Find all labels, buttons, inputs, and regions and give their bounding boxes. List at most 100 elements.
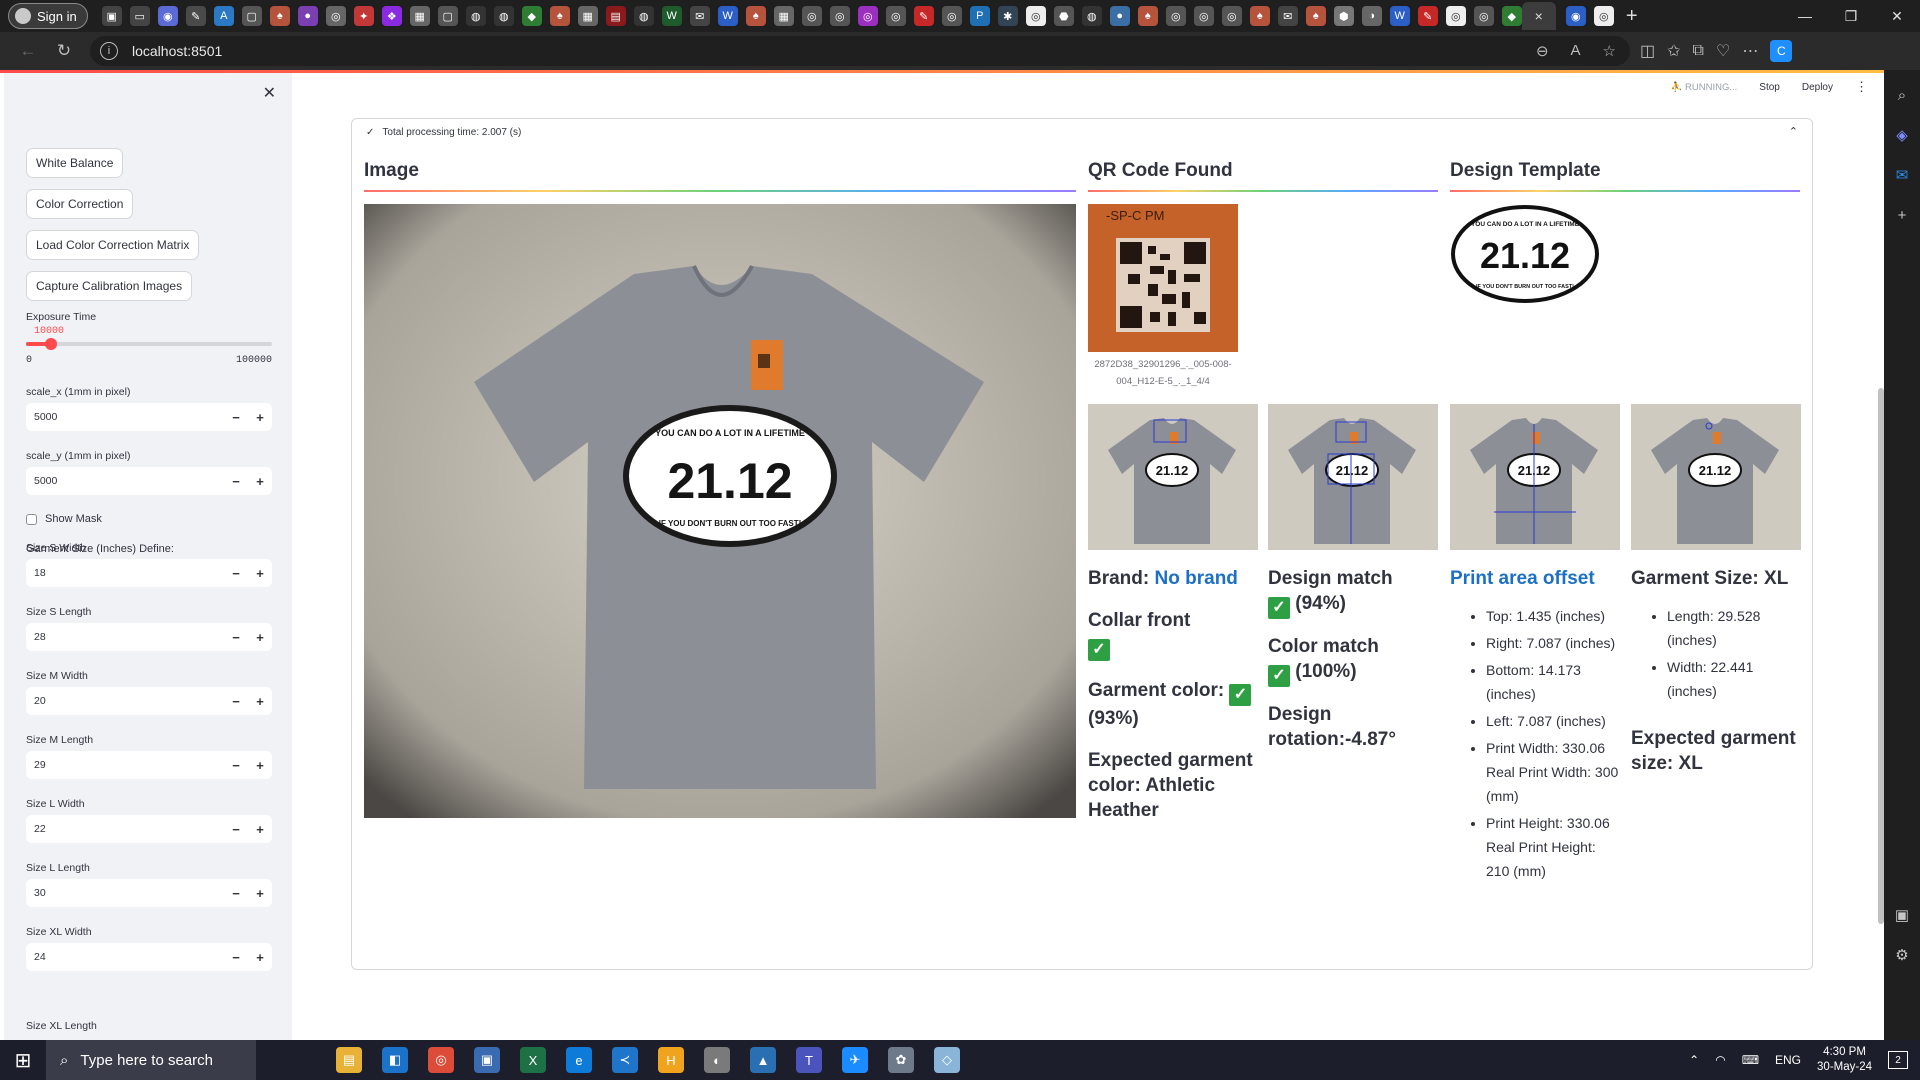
app-icon[interactable]: ◇	[934, 1047, 960, 1073]
size-field-value[interactable]: 22	[26, 823, 224, 835]
size-field-input[interactable]: 24− +	[26, 943, 272, 971]
tab-favicon-icon[interactable]: ▤	[605, 6, 626, 26]
decrement-button[interactable]: −	[224, 474, 248, 489]
size-field-input[interactable]: 20− +	[26, 687, 272, 715]
split-screen-icon[interactable]: ◫	[1640, 41, 1655, 61]
tab-favicon-icon[interactable]: ●	[297, 6, 318, 26]
favorite-star-icon[interactable]: ☆	[1603, 42, 1616, 60]
decrement-button[interactable]: −	[224, 758, 248, 773]
decrement-button[interactable]: −	[224, 886, 248, 901]
increment-button[interactable]: +	[248, 630, 272, 645]
wifi-icon[interactable]: ◠	[1715, 1053, 1725, 1067]
restore-icon[interactable]: ❐	[1828, 0, 1874, 32]
home-assistant-icon[interactable]: H	[658, 1047, 684, 1073]
tray-chevron-icon[interactable]: ⌃	[1689, 1053, 1699, 1067]
decrement-button[interactable]: −	[224, 410, 248, 425]
chevron-up-icon[interactable]: ⌃	[1789, 125, 1798, 138]
tab-favicon-icon[interactable]: ♠	[1305, 6, 1326, 26]
collections-icon[interactable]: ⧉	[1693, 42, 1704, 60]
size-field-input[interactable]: 29− +	[26, 751, 272, 779]
chrome-icon[interactable]: ◎	[941, 6, 962, 26]
tab-favicon-icon[interactable]: ✎	[913, 6, 934, 26]
back-icon[interactable]: ←	[10, 36, 46, 66]
increment-button[interactable]: +	[248, 950, 272, 965]
chrome-icon[interactable]: ◎	[1473, 6, 1494, 26]
size-field-value[interactable]: 20	[26, 695, 224, 707]
workspaces-icon[interactable]: ▣	[101, 6, 122, 26]
github-icon[interactable]: ◍	[633, 6, 654, 26]
tab-favicon-icon[interactable]: ♠	[1137, 6, 1158, 26]
tab-favicon-icon[interactable]: ▦	[773, 6, 794, 26]
tab-favicon-icon[interactable]: ◆	[1501, 6, 1522, 26]
chrome-icon[interactable]: ◎	[1193, 6, 1214, 26]
new-tab-icon[interactable]: +	[1622, 5, 1642, 27]
tab-favicon-icon[interactable]: ✱	[997, 6, 1018, 26]
app-icon[interactable]: ▲	[750, 1047, 776, 1073]
increment-button[interactable]: +	[248, 566, 272, 581]
deploy-button[interactable]: Deploy	[1802, 82, 1833, 93]
tab-favicon-icon[interactable]: ◎	[857, 6, 878, 26]
size-field-value[interactable]: 28	[26, 631, 224, 643]
clock[interactable]: 4:30 PM 30-May-24	[1817, 1045, 1872, 1075]
windows-start-icon[interactable]: ⊞	[0, 1040, 46, 1080]
decrement-button[interactable]: −	[224, 566, 248, 581]
size-field-input[interactable]: 22− +	[26, 815, 272, 843]
tab-favicon-icon[interactable]: ✉	[689, 6, 710, 26]
excel-icon[interactable]: X	[520, 1047, 546, 1073]
size-field-value[interactable]: 18	[26, 567, 224, 579]
size-field-input[interactable]: 30− +	[26, 879, 272, 907]
tab-favicon-icon[interactable]: ♠	[549, 6, 570, 26]
teams-icon[interactable]: T	[796, 1047, 822, 1073]
browser-essentials-icon[interactable]: ♡	[1716, 41, 1730, 61]
keyboard-icon[interactable]: ⌨	[1742, 1053, 1759, 1067]
increment-button[interactable]: +	[248, 886, 272, 901]
tab-favicon-icon[interactable]: ▢	[437, 6, 458, 26]
scale-x-value[interactable]: 5000	[26, 411, 224, 423]
tab-favicon-icon[interactable]: ✎	[185, 6, 206, 26]
outlook-icon[interactable]: ✉	[1891, 164, 1913, 186]
copilot-icon[interactable]: C	[1770, 40, 1793, 62]
edge-icon[interactable]: e	[566, 1047, 592, 1073]
read-aloud-icon[interactable]: A	[1571, 42, 1581, 60]
show-mask-checkbox[interactable]: Show Mask	[26, 513, 102, 525]
increment-button[interactable]: +	[248, 758, 272, 773]
close-window-icon[interactable]: ✕	[1874, 0, 1920, 32]
app-icon[interactable]: ◐	[704, 1047, 730, 1073]
increment-button[interactable]: +	[248, 822, 272, 837]
size-field-value[interactable]: 29	[26, 759, 224, 771]
tab-favicon-icon[interactable]: ✎	[1417, 6, 1438, 26]
expander-header[interactable]: ✓ Total processing time: 2.007 (s)	[366, 127, 521, 138]
wordpress-icon[interactable]: W	[717, 6, 738, 26]
tab-favicon-icon[interactable]: P	[969, 6, 990, 26]
tab-favicon-icon[interactable]: ▦	[577, 6, 598, 26]
tab-favicon-icon[interactable]: ♠	[745, 6, 766, 26]
language-indicator[interactable]: ENG	[1775, 1053, 1801, 1067]
taskbar-search[interactable]: ⌕ Type here to search	[46, 1040, 256, 1080]
add-sidebar-app-icon[interactable]: +	[1891, 204, 1913, 226]
tab-favicon-icon[interactable]: ❖	[381, 6, 402, 26]
tab-favicon-icon[interactable]: ◉	[1565, 6, 1586, 26]
minimize-icon[interactable]: —	[1782, 0, 1828, 32]
app-icon[interactable]: ✈	[842, 1047, 868, 1073]
tab-favicon-icon[interactable]: ⬢	[1333, 6, 1354, 26]
size-field-value[interactable]: 24	[26, 951, 224, 963]
size-field-value[interactable]: 30	[26, 887, 224, 899]
tab-favicon-icon[interactable]: ⬣	[1053, 6, 1074, 26]
color-correction-button[interactable]: Color Correction	[26, 189, 134, 219]
tab-favicon-icon[interactable]: ✉	[1277, 6, 1298, 26]
site-info-icon[interactable]: i	[100, 42, 118, 60]
checkbox-box[interactable]	[26, 513, 37, 525]
wordpress-icon[interactable]: W	[1389, 6, 1410, 26]
store-icon[interactable]: ◧	[382, 1047, 408, 1073]
app-icon[interactable]: ▣	[474, 1047, 500, 1073]
chrome-icon[interactable]: ◎	[1025, 6, 1046, 26]
screenshot-icon[interactable]: ▣	[1891, 904, 1913, 926]
white-balance-button[interactable]: White Balance	[26, 148, 124, 178]
increment-button[interactable]: +	[248, 474, 272, 489]
app-icon[interactable]: ✿	[888, 1047, 914, 1073]
chrome-icon[interactable]: ◎	[1445, 6, 1466, 26]
github-icon[interactable]: ◍	[493, 6, 514, 26]
scale-x-input[interactable]: 5000 − +	[26, 403, 272, 431]
size-field-input[interactable]: 18− +	[26, 559, 272, 587]
tab-favicon-icon[interactable]: ✦	[353, 6, 374, 26]
